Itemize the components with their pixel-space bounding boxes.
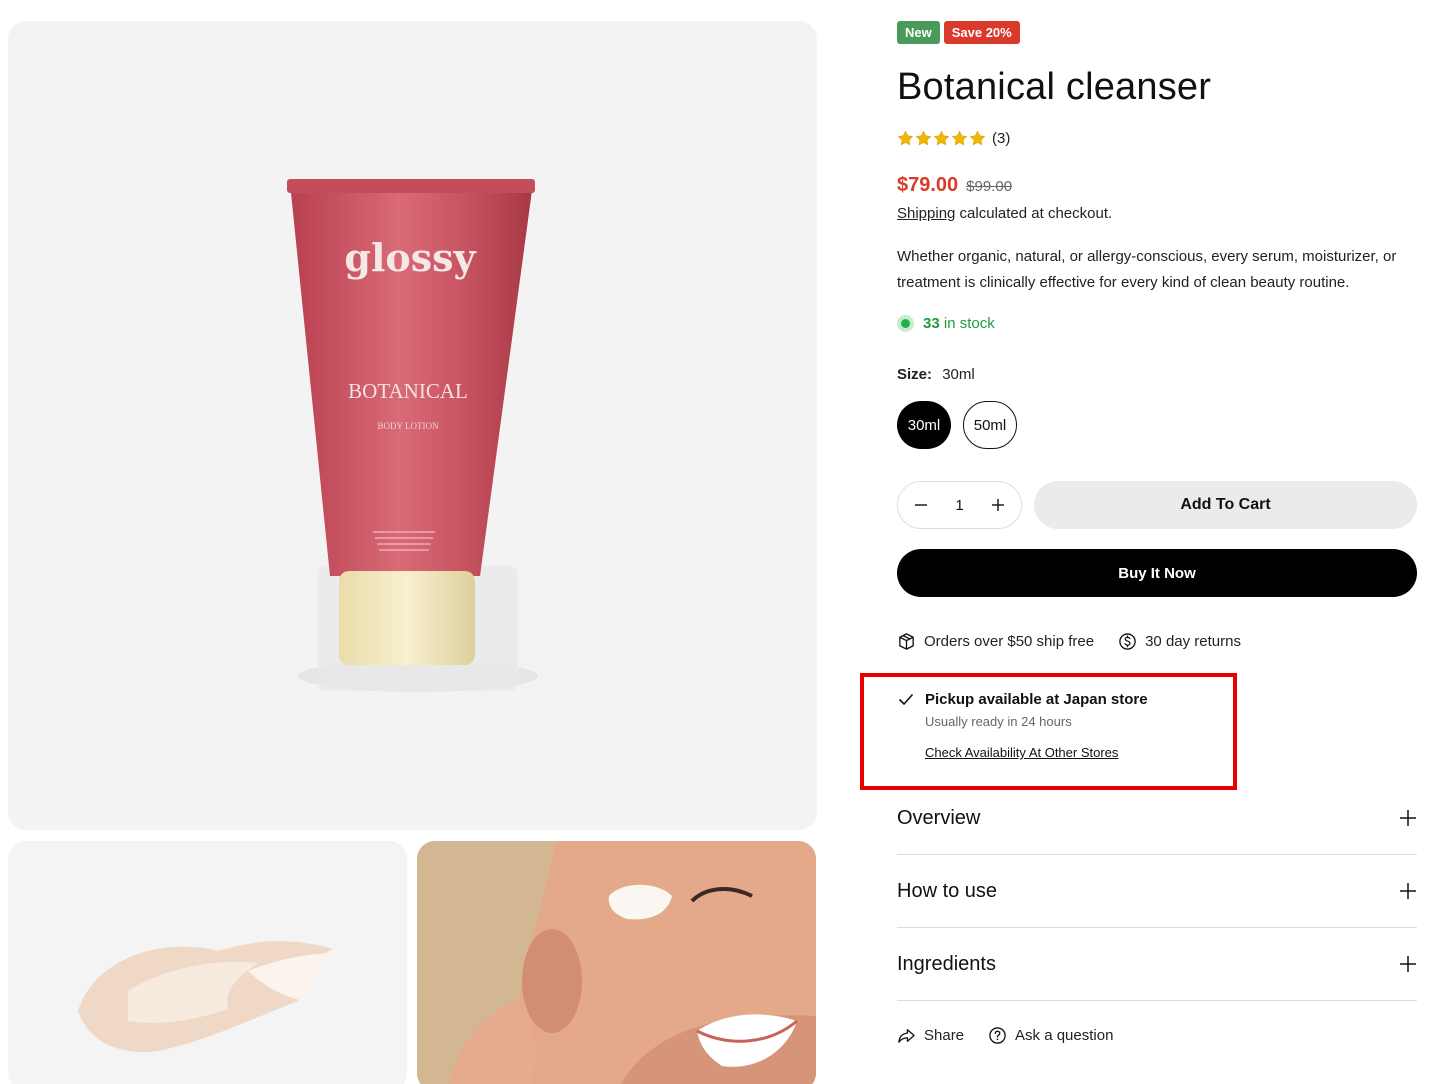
price-row: $79.00 $99.00 [897, 174, 1012, 197]
accordion-overview-title: Overview [897, 806, 981, 829]
share-icon [898, 1029, 915, 1043]
add-to-cart-button[interactable]: Add To Cart [1034, 481, 1417, 529]
product-thumbnail-model[interactable] [417, 841, 816, 1084]
star-icon [897, 130, 914, 146]
star-icon [933, 130, 950, 146]
question-circle-icon [989, 1027, 1006, 1044]
ask-question-label: Ask a question [1015, 1027, 1114, 1044]
checkmark-icon [898, 693, 914, 706]
check-other-stores-link[interactable]: Check Availability At Other Stores [925, 745, 1148, 760]
plus-icon [992, 499, 1004, 511]
accordion-ingredients-title: Ingredients [897, 952, 996, 975]
share-button[interactable]: Share [897, 1026, 964, 1045]
accordion-overview[interactable]: Overview [897, 782, 1417, 855]
pickup-title: Pickup available at Japan store [925, 690, 1148, 708]
tube-type-text: BODY LOTION [378, 421, 439, 431]
stock-text: in stock [939, 315, 995, 332]
product-rating[interactable]: (3) [897, 130, 1010, 147]
quantity-value[interactable]: 1 [955, 497, 963, 514]
minus-icon [915, 504, 927, 506]
product-title: Botanical cleanser [897, 66, 1212, 108]
product-main-image[interactable]: glossy BOTANICAL BODY LOTION [8, 21, 817, 830]
accordion-ingredients[interactable]: Ingredients [897, 928, 1417, 1001]
free-shipping-perk: Orders over $50 ship free [897, 632, 1094, 651]
star-icon [969, 130, 986, 146]
dollar-circle-icon [1119, 633, 1136, 650]
size-label-row: Size: 30ml [897, 366, 975, 383]
plus-icon [1400, 956, 1416, 972]
accordion-how-to-use[interactable]: How to use [897, 855, 1417, 928]
pickup-availability: Pickup available at Japan store Usually … [897, 690, 1148, 760]
star-icon [915, 130, 932, 146]
free-shipping-text: Orders over $50 ship free [924, 633, 1095, 650]
tube-brand-text: glossy [344, 235, 476, 280]
shipping-text: calculated at checkout. [955, 205, 1113, 222]
new-badge: New [897, 21, 940, 44]
share-actions: Share Ask a question [897, 1026, 1113, 1045]
quantity-stepper: 1 [897, 481, 1022, 529]
stock-status: 33 in stock [897, 315, 995, 332]
save-badge: Save 20% [943, 21, 1020, 44]
buy-now-button[interactable]: Buy It Now [897, 549, 1417, 597]
shipping-note: Shipping calculated at checkout. [897, 205, 1112, 222]
size-options: 30ml 50ml [897, 401, 1017, 449]
model-face-illustration [417, 841, 816, 1084]
share-label: Share [924, 1027, 965, 1044]
product-description: Whether organic, natural, or allergy-con… [897, 248, 1397, 291]
product-thumbnail-cream[interactable] [8, 841, 407, 1084]
returns-perk: 30 day returns [1118, 632, 1241, 651]
compare-price: $99.00 [966, 178, 1013, 195]
pickup-title-row: Pickup available at Japan store [897, 690, 1148, 708]
plus-icon [1400, 883, 1416, 899]
badge-group: New Save 20% [897, 21, 1020, 44]
size-option-50ml[interactable]: 50ml [963, 401, 1017, 449]
increase-quantity-button[interactable] [991, 498, 1005, 512]
decrease-quantity-button[interactable] [914, 498, 928, 512]
cream-swatch-illustration [78, 941, 338, 1052]
shipping-link[interactable]: Shipping [897, 205, 955, 222]
ask-question-button[interactable]: Ask a question [988, 1026, 1113, 1045]
plus-icon [1400, 810, 1416, 826]
returns-text: 30 day returns [1145, 633, 1241, 650]
perks-row: Orders over $50 ship free 30 day returns [897, 632, 1265, 651]
rating-count: (3) [992, 130, 1011, 147]
rating-stars [897, 130, 986, 147]
sale-price: $79.00 [897, 174, 959, 196]
stock-indicator-icon [897, 315, 914, 332]
package-icon [899, 633, 914, 650]
size-selected-value: 30ml [942, 366, 975, 383]
star-icon [951, 130, 968, 146]
size-label: Size: [897, 366, 933, 383]
product-tube-illustration: glossy BOTANICAL BODY LOTION [287, 179, 538, 692]
accordion-how-to-use-title: How to use [897, 879, 998, 902]
tube-line-text: BOTANICAL [348, 379, 468, 403]
stock-count: 33 [923, 315, 940, 332]
size-option-30ml[interactable]: 30ml [897, 401, 951, 449]
pickup-subtitle: Usually ready in 24 hours [925, 714, 1072, 729]
